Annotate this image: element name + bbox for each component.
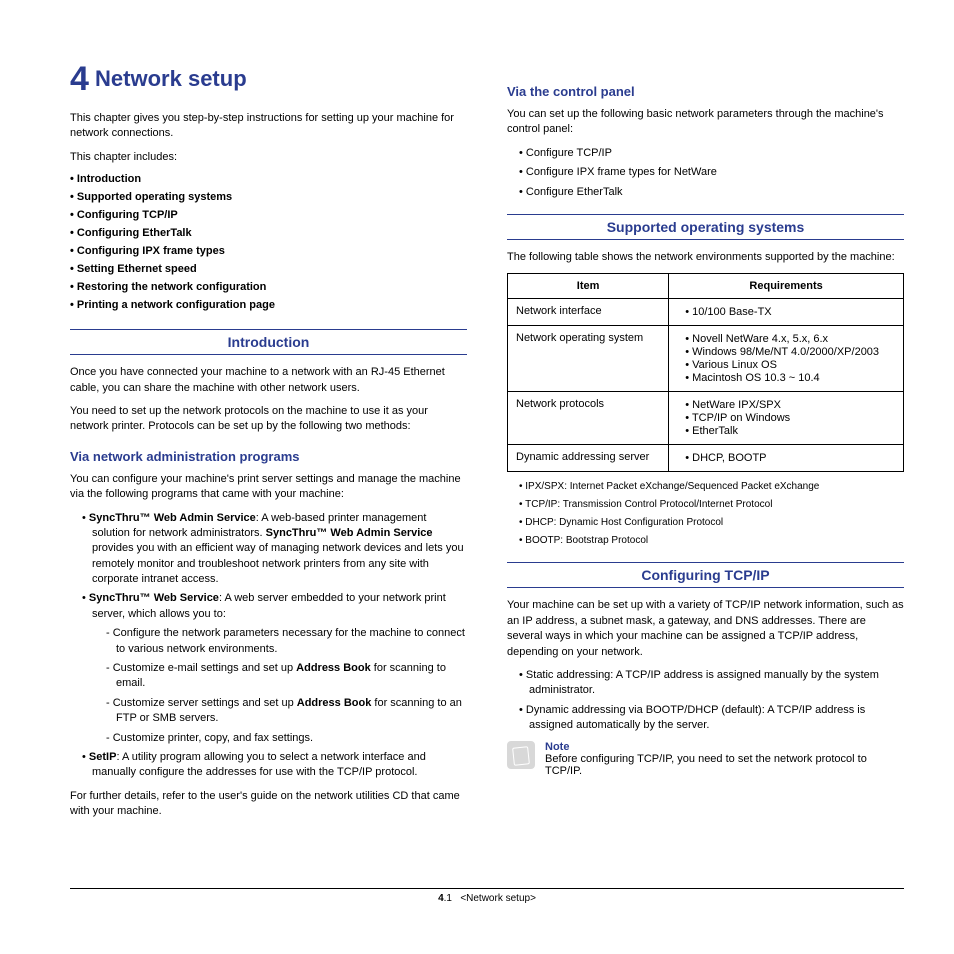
list-item: Configure TCP/IP (519, 146, 904, 161)
table-cell: Network operating system (508, 326, 669, 392)
page: 4 Network setup This chapter gives you s… (0, 0, 954, 924)
toc-item[interactable]: Supported operating systems (82, 191, 467, 203)
page-number-minor: .1 (444, 893, 452, 904)
section-rule (507, 239, 904, 240)
table-cell: Dynamic addressing server (508, 445, 669, 472)
toc-item[interactable]: Configuring EtherTalk (82, 227, 467, 239)
section-rule (507, 587, 904, 588)
table-row: Network operating system Novell NetWare … (508, 326, 904, 392)
os-p1: The following table shows the network en… (507, 250, 904, 265)
control-panel-heading: Via the control panel (507, 84, 904, 99)
tcpip-list: Static addressing: A TCP/IP address is a… (507, 668, 904, 734)
product-name: SyncThru™ Web Admin Service (266, 527, 433, 539)
admin-sublist: Configure the network parameters necessa… (92, 626, 467, 746)
note-block: Note Before configuring TCP/IP, you need… (507, 741, 904, 777)
list-item: Static addressing: A TCP/IP address is a… (519, 668, 904, 699)
list-item: SetIP: A utility program allowing you to… (82, 750, 467, 781)
section-rule (70, 354, 467, 355)
chapter-toc: Introduction Supported operating systems… (70, 173, 467, 311)
note-icon (507, 741, 535, 769)
table-cell: DHCP, BOOTP (669, 445, 904, 472)
list-item: Configure IPX frame types for NetWare (519, 165, 904, 180)
table-row: Dynamic addressing server DHCP, BOOTP (508, 445, 904, 472)
list-item: Customize e-mail settings and set up Add… (106, 661, 467, 692)
toc-item[interactable]: Setting Ethernet speed (82, 263, 467, 275)
column-wrap: 4 Network setup This chapter gives you s… (70, 60, 904, 828)
chapter-intro-1: This chapter gives you step-by-step inst… (70, 111, 467, 142)
toc-item[interactable]: Restoring the network configuration (82, 281, 467, 293)
table-cell: Network protocols (508, 392, 669, 445)
chapter-intro-2: This chapter includes: (70, 150, 467, 165)
list-item: SyncThru™ Web Service: A web server embe… (82, 591, 467, 746)
os-heading: Supported operating systems (507, 217, 904, 237)
list-item: Dynamic addressing via BOOTP/DHCP (defau… (519, 703, 904, 734)
toc-item[interactable]: Configuring TCP/IP (82, 209, 467, 221)
cp-p1: You can set up the following basic netwo… (507, 107, 904, 138)
section-rule (507, 562, 904, 563)
table-cell: Network interface (508, 299, 669, 326)
tcpip-heading: Configuring TCP/IP (507, 565, 904, 585)
admin-p1: You can configure your machine's print s… (70, 472, 467, 503)
list-item: TCP/IP: Transmission Control Protocol/In… (519, 498, 904, 512)
list-item: Configure EtherTalk (519, 185, 904, 200)
toc-item[interactable]: Printing a network configuration page (82, 299, 467, 311)
list-item: SyncThru™ Web Admin Service: A web-based… (82, 511, 467, 588)
right-column: Via the control panel You can set up the… (507, 60, 904, 828)
list-item: IPX/SPX: Internet Packet eXchange/Sequen… (519, 480, 904, 494)
legend-list: IPX/SPX: Internet Packet eXchange/Sequen… (507, 480, 904, 548)
intro-p2: You need to set up the network protocols… (70, 404, 467, 435)
section-rule (70, 329, 467, 330)
page-footer: 4.1 <Network setup> (70, 888, 904, 904)
chapter-title-text: Network setup (95, 66, 247, 91)
requirements-table: Item Requirements Network interface 10/1… (507, 273, 904, 472)
table-cell: Novell NetWare 4.x, 5.x, 6.x Windows 98/… (669, 326, 904, 392)
footer-crumb: <Network setup> (460, 893, 536, 904)
admin-tail: For further details, refer to the user's… (70, 789, 467, 820)
intro-p1: Once you have connected your machine to … (70, 365, 467, 396)
list-item: Customize server settings and set up Add… (106, 696, 467, 727)
table-cell: NetWare IPX/SPX TCP/IP on Windows EtherT… (669, 392, 904, 445)
list-item: Configure the network parameters necessa… (106, 626, 467, 657)
introduction-heading: Introduction (70, 332, 467, 352)
table-row: Network interface 10/100 Base-TX (508, 299, 904, 326)
left-column: 4 Network setup This chapter gives you s… (70, 60, 467, 828)
admin-heading: Via network administration programs (70, 449, 467, 464)
cp-list: Configure TCP/IP Configure IPX frame typ… (507, 146, 904, 200)
table-row: Network protocols NetWare IPX/SPX TCP/IP… (508, 392, 904, 445)
list-item: Customize printer, copy, and fax setting… (106, 731, 467, 746)
product-name: SyncThru™ Web Admin Service (89, 512, 256, 524)
note-text: Before configuring TCP/IP, you need to s… (545, 753, 904, 777)
toc-item[interactable]: Configuring IPX frame types (82, 245, 467, 257)
admin-list: SyncThru™ Web Admin Service: A web-based… (70, 511, 467, 781)
table-header: Requirements (669, 274, 904, 299)
section-rule (507, 214, 904, 215)
table-header-row: Item Requirements (508, 274, 904, 299)
table-cell: 10/100 Base-TX (669, 299, 904, 326)
note-body: Note Before configuring TCP/IP, you need… (545, 741, 904, 777)
toc-item[interactable]: Introduction (82, 173, 467, 185)
note-label: Note (545, 741, 904, 753)
tcpip-p1: Your machine can be set up with a variet… (507, 598, 904, 660)
list-item: DHCP: Dynamic Host Configuration Protoco… (519, 516, 904, 530)
chapter-title: 4 Network setup (70, 60, 467, 99)
table-header: Item (508, 274, 669, 299)
list-item: BOOTP: Bootstrap Protocol (519, 534, 904, 548)
product-name: SetIP (89, 751, 117, 763)
product-name: SyncThru™ Web Service (89, 592, 219, 604)
chapter-number: 4 (70, 60, 89, 98)
